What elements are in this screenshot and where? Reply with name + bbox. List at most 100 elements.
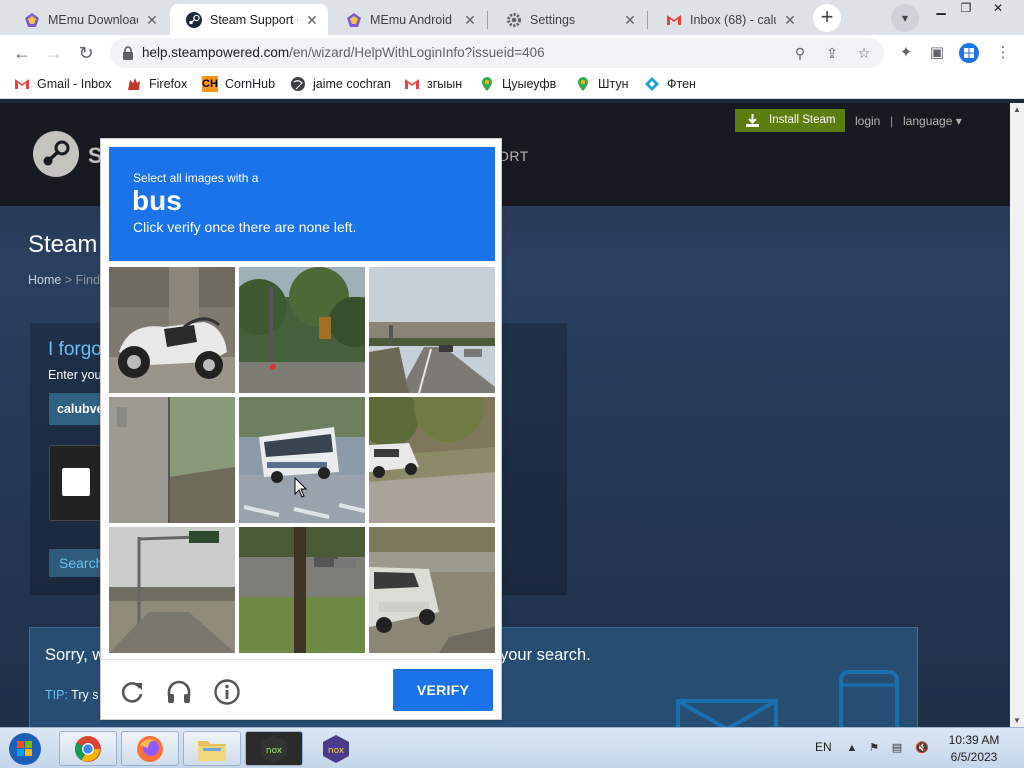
wolf-icon [126, 76, 142, 92]
tray-expand-icon[interactable]: ▲ [844, 741, 860, 755]
start-button[interactable] [6, 731, 44, 767]
close-icon[interactable]: ✕ [782, 12, 798, 28]
network-icon[interactable]: ▤ [889, 741, 905, 755]
tab-settings[interactable]: Settings ✕ [490, 4, 646, 35]
url-host: help.steampowered.com [142, 45, 290, 60]
share-icon[interactable]: ⇪ [822, 43, 842, 63]
reload-button[interactable]: ↻ [72, 39, 100, 67]
close-icon[interactable]: ✕ [144, 12, 160, 28]
bookmark-maps-1[interactable]: Цуыеуфв [479, 76, 556, 92]
grid-tile-5[interactable] [239, 397, 365, 523]
page-scrollbar[interactable]: ▲ ▼ [1010, 103, 1024, 727]
tip-text: TIP: Try s [45, 688, 98, 702]
back-button[interactable]: ← [8, 39, 36, 67]
tab-title: Settings [530, 12, 576, 27]
tab-gmail-inbox[interactable]: Inbox (68) - calub ✕ [650, 4, 806, 35]
grid-tile-6[interactable] [369, 397, 495, 523]
address-bar[interactable]: help.steampowered.com/en/wizard/HelpWith… [110, 38, 884, 68]
tab-title: Inbox (68) - calub [690, 12, 776, 27]
profile-avatar[interactable] [958, 42, 980, 64]
grid-tile-9[interactable] [369, 527, 495, 653]
bookmark-label: Цуыеуфв [502, 77, 557, 91]
sorry-text: Sorry, w [45, 646, 105, 664]
headphones-icon[interactable] [165, 678, 193, 706]
maps-pin-icon [479, 76, 495, 92]
challenge-footer-divider [101, 659, 501, 660]
tip-body: Try s [71, 688, 99, 702]
clock-date[interactable]: 6/5/2023 [946, 750, 1002, 764]
grid-tile-2[interactable] [239, 267, 365, 393]
instruction-line-1: Select all images with a [133, 171, 259, 185]
clock-time[interactable]: 10:39 AM [946, 733, 1002, 747]
scroll-down-icon[interactable]: ▼ [1013, 716, 1021, 725]
install-steam-label: Install Steam [769, 114, 836, 126]
close-icon[interactable]: ✕ [622, 12, 638, 28]
folder-icon [198, 740, 226, 761]
gmail-icon [666, 12, 682, 28]
language-dropdown[interactable]: language ▾ [903, 114, 962, 128]
breadcrumb-home[interactable]: Home [28, 273, 61, 287]
taskbar-nox-2[interactable]: nox [307, 731, 365, 766]
recaptcha-checkbox[interactable] [62, 468, 90, 496]
gmail-icon [14, 76, 30, 92]
bookmark-gmail-2[interactable]: згыын [404, 76, 462, 92]
bookmark-gmail[interactable]: Gmail - Inbox [14, 76, 111, 92]
action-center-icon[interactable]: ⚑ [866, 741, 882, 755]
bookmark-label: Штун [598, 77, 629, 91]
grid-tile-1[interactable] [109, 267, 235, 393]
tab-steam-support[interactable]: Steam Support - I ✕ [170, 4, 328, 35]
close-icon[interactable]: ✕ [462, 12, 478, 28]
bookmark-jaime-cochran[interactable]: jaime cochran [290, 76, 391, 92]
bookmark-cornhub[interactable]: CH CornHub [202, 76, 275, 92]
firefox-icon [137, 735, 163, 762]
breadcrumb-find[interactable]: Find [76, 273, 100, 287]
side-panel-icon[interactable]: ▣ [926, 42, 948, 64]
grid-tile-7[interactable] [109, 527, 235, 653]
install-steam-button[interactable]: Install Steam [735, 109, 845, 132]
memu-icon [24, 12, 40, 28]
search-icon[interactable]: ⚲ [790, 43, 810, 63]
more-menu-icon[interactable]: ⋮ [992, 42, 1014, 64]
extensions-icon[interactable]: ✦ [895, 42, 917, 64]
bookmark-label: jaime cochran [313, 77, 391, 91]
info-icon[interactable] [213, 678, 241, 706]
taskbar-chrome[interactable] [59, 731, 117, 766]
grid-tile-4[interactable] [109, 397, 235, 523]
challenge-header: Select all images with a bus Click verif… [109, 147, 495, 261]
taskbar-nox-1[interactable]: nox [245, 731, 303, 766]
grid-tile-3[interactable] [369, 267, 495, 393]
ch-icon: CH [202, 76, 218, 92]
chrome-icon [74, 735, 101, 762]
tab-search-button[interactable]: ▾ [891, 4, 919, 32]
gmail-icon [404, 76, 420, 92]
bookmark-firefox[interactable]: Firefox [126, 76, 187, 92]
tab-memu-download[interactable]: MEmu Download - A ✕ [8, 4, 168, 35]
arrow-right-icon: → [45, 43, 63, 63]
minimize-button[interactable]: ▁ [928, 0, 954, 18]
taskbar-firefox[interactable] [121, 731, 179, 766]
new-tab-button[interactable]: + [813, 4, 841, 32]
tab-title: Steam Support - I [210, 12, 298, 27]
language-indicator[interactable]: EN [815, 740, 832, 754]
bookmark-star-icon[interactable]: ☆ [854, 43, 874, 63]
bookmark-ften[interactable]: Фтен [644, 76, 696, 92]
forward-button[interactable]: → [40, 39, 68, 67]
url-text: help.steampowered.com/en/wizard/HelpWith… [142, 45, 545, 60]
restore-button[interactable]: ❐ [953, 0, 979, 18]
taskbar-file-explorer[interactable] [183, 731, 241, 766]
forgot-title: I forgo [48, 339, 102, 360]
bookmark-maps-2[interactable]: Штун [575, 76, 628, 92]
volume-muted-icon[interactable]: 🔇 [914, 741, 930, 755]
scroll-up-icon[interactable]: ▲ [1013, 105, 1021, 114]
reload-icon[interactable] [118, 678, 146, 706]
verify-button[interactable]: VERIFY [393, 669, 493, 711]
nav-support-link[interactable]: ORT [498, 148, 529, 164]
window-close-button[interactable]: ✕ [980, 0, 1016, 18]
grid-tile-8[interactable] [239, 527, 365, 653]
steam-logo-icon[interactable] [33, 131, 79, 177]
login-link[interactable]: login [855, 114, 880, 128]
tab-memu-android[interactable]: MEmu Android Em ✕ [330, 4, 486, 35]
instruction-line-2: Click verify once there are none left. [133, 219, 357, 235]
close-icon[interactable]: ✕ [304, 12, 320, 28]
language-label: language [903, 114, 953, 128]
